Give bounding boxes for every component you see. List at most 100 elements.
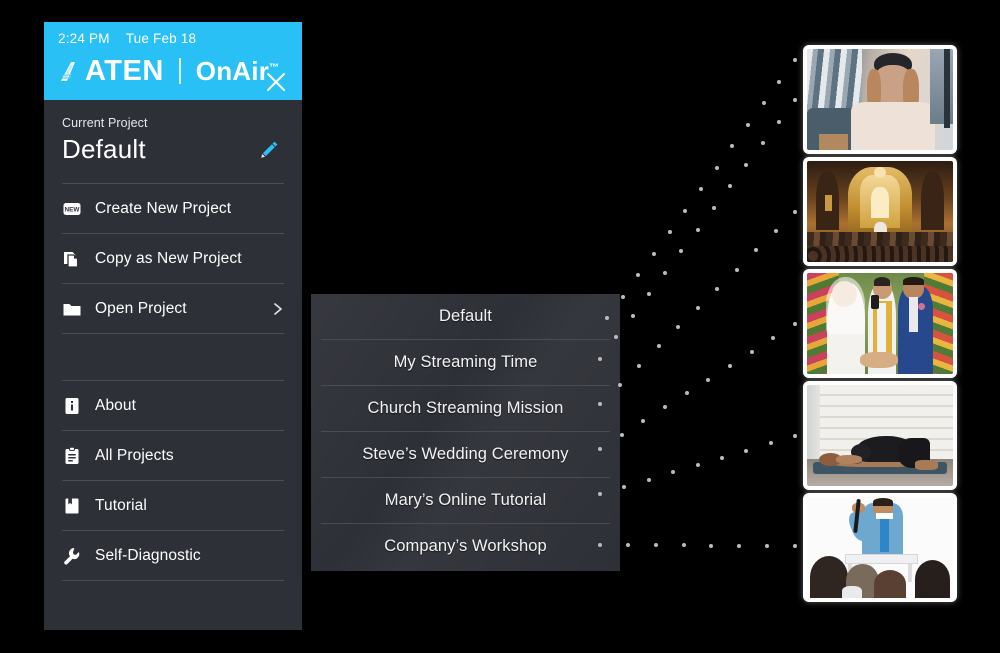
- connector-dot: [777, 79, 782, 84]
- menu-group-utilities: About All Projects Tutorial Self-Diagnos…: [44, 380, 302, 581]
- connector-dot: [671, 470, 676, 475]
- info-icon: [62, 396, 82, 416]
- connector-dot: [728, 184, 732, 189]
- project-list-item-default[interactable]: Default: [321, 294, 610, 339]
- connector-dot: [744, 162, 749, 167]
- menu-item-label: Create New Project: [95, 199, 232, 217]
- project-list-item-companys-workshop[interactable]: Company’s Workshop: [321, 524, 610, 569]
- connector-dot: [793, 98, 797, 102]
- menu-item-label: Copy as New Project: [95, 249, 242, 267]
- project-list: Default My Streaming Time Church Streami…: [311, 294, 620, 569]
- menu-item-create-new-project[interactable]: NEW Create New Project: [62, 184, 284, 233]
- status-date: Tue Feb 18: [125, 30, 197, 46]
- connector-dot: [683, 208, 688, 213]
- connector-dot: [656, 344, 661, 349]
- connector-dot: [760, 141, 765, 146]
- svg-text:NEW: NEW: [65, 206, 81, 213]
- connector-dot: [776, 119, 781, 124]
- brand-divider: [178, 58, 181, 84]
- menu-item-self-diagnostic[interactable]: Self-Diagnostic: [62, 531, 284, 580]
- connector-dot: [679, 249, 684, 254]
- connector-dot: [706, 377, 711, 382]
- sidebar-header: 2:24 PM Tue Feb 18 ATEN OnAir™: [44, 22, 302, 100]
- connector-dot: [652, 251, 656, 256]
- connector-dot: [620, 294, 625, 299]
- project-list-item-steves-wedding-ceremony[interactable]: Steve’s Wedding Ceremony: [321, 432, 610, 477]
- menu-item-label: Tutorial: [95, 496, 147, 514]
- open-project-submenu: Default My Streaming Time Church Streami…: [311, 294, 620, 571]
- thumbnail-image: [807, 161, 953, 262]
- brand-name-aten: ATEN: [85, 54, 164, 87]
- thumbnail-church-interior[interactable]: [803, 157, 957, 266]
- thumbnail-shopping-woman[interactable]: [803, 45, 957, 154]
- connector-dot: [699, 187, 703, 191]
- connector-dot: [730, 144, 735, 148]
- connector-dot: [636, 273, 641, 277]
- clipboard-icon: [62, 446, 82, 466]
- thumbnail-yoga-bridge-pose[interactable]: [803, 381, 957, 490]
- thumbnail-image: [807, 497, 953, 598]
- connector-dot: [754, 248, 758, 253]
- connector-dot: [768, 441, 773, 446]
- aten-logo-mark-icon: [58, 60, 84, 84]
- project-list-item-marys-online-tutorial[interactable]: Mary’s Online Tutorial: [321, 478, 610, 523]
- connector-dot: [746, 122, 750, 127]
- connector-dot: [793, 434, 797, 438]
- menu-item-open-project[interactable]: Open Project: [62, 284, 284, 333]
- thumbnail-wedding-ceremony[interactable]: [803, 269, 957, 378]
- menu-item-label: All Projects: [95, 446, 174, 464]
- menu-item-all-projects[interactable]: All Projects: [62, 431, 284, 480]
- connector-dot: [793, 322, 797, 326]
- connector-dot: [663, 405, 667, 410]
- connector-dot: [711, 205, 716, 210]
- copy-pages-icon: [62, 249, 82, 269]
- thumbnail-image: [807, 273, 953, 374]
- status-bar: 2:24 PM Tue Feb 18: [58, 28, 288, 48]
- connector-dot: [637, 363, 641, 368]
- connector-dot: [734, 267, 739, 272]
- menu-item-copy-as-new-project[interactable]: Copy as New Project: [62, 234, 284, 283]
- connector-dot: [663, 270, 667, 275]
- connector-dot: [728, 363, 732, 368]
- close-icon[interactable]: [264, 70, 288, 94]
- menu-item-label: Open Project: [95, 299, 187, 317]
- connector-dot: [667, 230, 672, 234]
- connector-dot: [771, 335, 776, 340]
- current-project-block: Current Project Default: [44, 100, 302, 165]
- connector-dot: [646, 292, 651, 297]
- menu-item-tutorial[interactable]: Tutorial: [62, 481, 284, 530]
- wrench-icon: [62, 546, 82, 566]
- project-list-item-my-streaming-time[interactable]: My Streaming Time: [321, 340, 610, 385]
- connector-dot: [622, 484, 627, 489]
- thumbnail-workshop-presenter[interactable]: [803, 493, 957, 602]
- app-root: 2:24 PM Tue Feb 18 ATEN OnAir™ Current P…: [0, 0, 1000, 653]
- brand-onair-text: OnAir: [195, 56, 270, 86]
- divider: [62, 580, 284, 581]
- connector-dot: [719, 455, 724, 460]
- thumbnail-image: [807, 385, 953, 486]
- connector-dot: [695, 463, 700, 467]
- book-icon: [62, 496, 82, 516]
- status-time: 2:24 PM: [58, 30, 110, 46]
- menu-item-label: Self-Diagnostic: [95, 546, 201, 564]
- connector-dot: [709, 543, 714, 548]
- brand-logo: ATEN OnAir™: [58, 53, 288, 89]
- menu-item-about[interactable]: About: [62, 381, 284, 430]
- current-project-name: Default: [62, 134, 146, 164]
- connector-dot: [749, 349, 754, 354]
- connector-dot: [681, 543, 686, 548]
- menu-spacer: [44, 334, 302, 380]
- connector-dot: [773, 229, 778, 234]
- connector-dot: [761, 101, 766, 105]
- new-badge-icon: NEW: [62, 199, 82, 219]
- pencil-icon[interactable]: [258, 139, 280, 161]
- connector-dot: [714, 165, 719, 170]
- current-project-row: Default: [62, 134, 284, 165]
- project-list-item-church-streaming-mission[interactable]: Church Streaming Mission: [321, 386, 610, 431]
- chevron-right-icon: [272, 302, 284, 316]
- connector-dot: [676, 325, 680, 330]
- connector-dot: [619, 433, 624, 438]
- current-project-label: Current Project: [62, 116, 148, 130]
- menu-item-label: About: [95, 396, 137, 414]
- connector-dot: [641, 419, 646, 424]
